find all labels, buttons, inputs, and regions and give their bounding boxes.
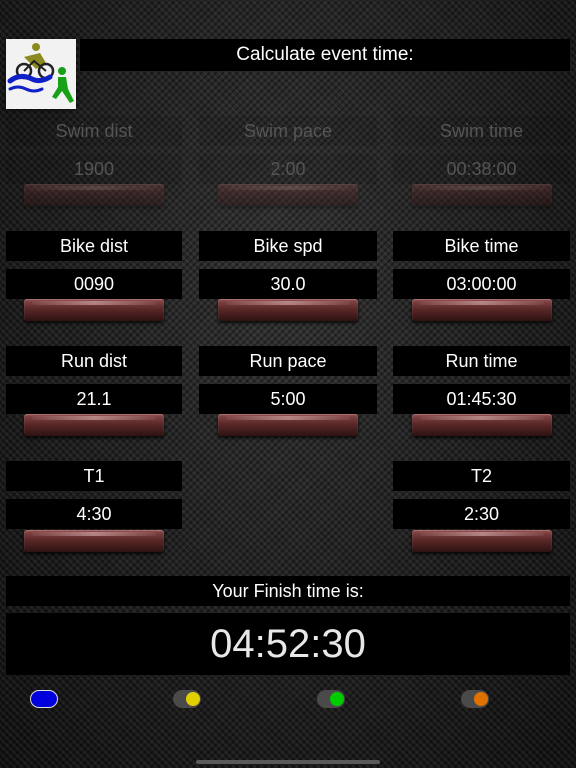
swim-pace-label: Swim pace [199,116,377,146]
swim-dist-value[interactable]: 1900 [6,154,182,184]
run-pace-slider[interactable] [218,414,358,436]
run-pace-label: Run pace [199,346,377,376]
bike-dist-slider[interactable] [24,299,164,321]
run-dist-value[interactable]: 21.1 [6,384,182,414]
finish-time-value: 04:52:30 [6,613,570,675]
run-pace-value[interactable]: 5:00 [199,384,377,414]
yellow-toggle-knob [186,692,200,706]
swim-pace-slider[interactable] [218,184,358,206]
orange-toggle[interactable] [461,690,489,708]
bike-speed-value[interactable]: 30.0 [199,269,377,299]
page-title: Calculate event time: [80,39,570,71]
bike-time-label: Bike time [393,231,570,261]
blue-toggle[interactable] [30,690,58,708]
swim-dist-slider[interactable] [24,184,164,206]
swim-dist-label: Swim dist [6,116,182,146]
swim-time-slider[interactable] [412,184,552,206]
run-time-value: 01:45:30 [393,384,570,414]
t2-slider[interactable] [412,530,552,552]
swim-time-value: 00:38:00 [393,154,570,184]
bike-dist-label: Bike dist [6,231,182,261]
run-dist-label: Run dist [6,346,182,376]
t2-label: T2 [393,461,570,491]
t1-label: T1 [6,461,182,491]
triathlon-logo [6,39,76,109]
swim-time-label: Swim time [393,116,570,146]
bike-speed-label: Bike spd [199,231,377,261]
bike-dist-value[interactable]: 0090 [6,269,182,299]
t2-value[interactable]: 2:30 [393,499,570,529]
finish-time-label: Your Finish time is: [6,576,570,606]
t1-value[interactable]: 4:30 [6,499,182,529]
swim-pace-value[interactable]: 2:00 [199,154,377,184]
bike-time-value: 03:00:00 [393,269,570,299]
green-toggle-knob [330,692,344,706]
bike-speed-slider[interactable] [218,299,358,321]
run-time-slider[interactable] [412,414,552,436]
run-time-label: Run time [393,346,570,376]
home-indicator[interactable] [196,760,380,764]
orange-toggle-knob [474,692,488,706]
blue-toggle-knob [32,692,46,706]
bike-time-slider[interactable] [412,299,552,321]
yellow-toggle[interactable] [173,690,201,708]
green-toggle[interactable] [317,690,345,708]
triathlon-icon [7,43,74,103]
t1-slider[interactable] [24,530,164,552]
run-dist-slider[interactable] [24,414,164,436]
